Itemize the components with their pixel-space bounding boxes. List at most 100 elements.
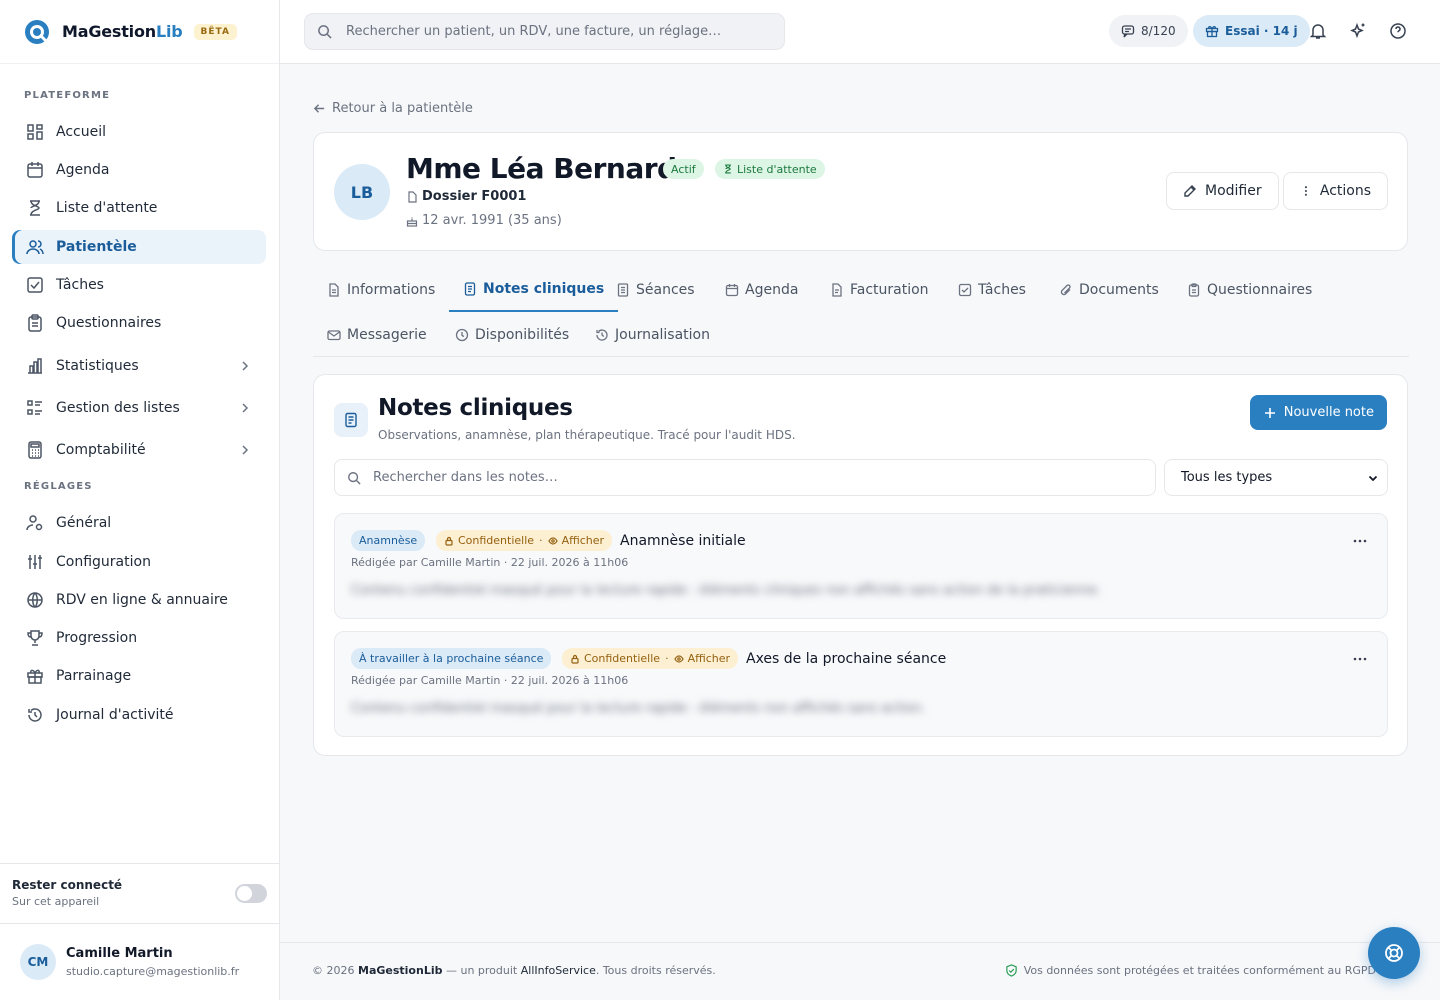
section-title-settings: RÉGLAGES [24,481,93,492]
note-item[interactable]: Anamnèse Confidentielle · Afficher Anamnè… [334,513,1388,619]
sms-credit-pill[interactable]: 8/120 [1109,15,1188,47]
lock-icon [445,536,453,546]
global-search-input[interactable] [346,24,766,39]
global-search[interactable] [304,13,785,50]
actions-button[interactable]: Actions [1283,172,1388,210]
sidebar-item-journal[interactable]: Journal d'activité [12,698,266,732]
note-type-selected: Tous les types [1181,470,1273,485]
sidebar-item-general[interactable]: Général [12,506,266,540]
note-meta: Rédigée par Camille Martin · 22 juil. 20… [351,674,629,687]
sidebar-item-label: Questionnaires [56,315,162,331]
help-icon[interactable] [1389,22,1407,40]
stay-connected-subtitle: Sur cet appareil [12,895,100,908]
bell-icon[interactable] [1309,22,1327,40]
sidebar-item-questionnaires[interactable]: Questionnaires [12,306,266,340]
tab-facturation[interactable]: Facturation [816,268,943,312]
stay-connected-toggle[interactable] [235,884,267,903]
trial-label: Essai · 14 j [1225,24,1298,38]
tab-taches[interactable]: Tâches [944,268,1040,312]
sidebar-item-comptabilite[interactable]: Comptabilité [12,433,266,467]
sidebar-item-agenda[interactable]: Agenda [12,153,266,187]
back-label: Retour à la patientèle [332,101,473,116]
tab-seances[interactable]: Séances [602,268,709,312]
message-icon [1121,25,1135,38]
notes-search-input[interactable] [373,470,1133,485]
user-email: studio.capture@magestionlib.fr [66,965,240,978]
trophy-icon [27,630,43,646]
cake-icon [406,216,418,227]
clinical-notes-card: Notes cliniques Observations, anamnèse, … [313,374,1408,756]
sidebar-item-label: Gestion des listes [56,400,180,416]
sidebar-item-configuration[interactable]: Configuration [12,545,266,579]
support-button[interactable] [1368,927,1420,979]
sidebar-item-progression[interactable]: Progression [12,621,266,655]
sidebar-item-label: Journal d'activité [56,707,174,723]
footer: © 2026 MaGestionLib — un produit AllInfo… [280,942,1440,1000]
note-item[interactable]: À travailler à la prochaine séance Confi… [334,631,1388,737]
calendar-icon [725,284,739,297]
shield-check-icon [1005,964,1017,977]
user-gear-icon [26,515,43,531]
waitlist-badge: Liste d'attente [715,159,825,179]
sidebar-item-gestion-listes[interactable]: Gestion des listes [12,391,266,425]
tab-agenda[interactable]: Agenda [711,268,812,312]
back-to-patients-link[interactable]: Retour à la patientèle [313,101,473,116]
edit-patient-button[interactable]: Modifier [1166,172,1279,210]
sidebar-item-label: Parrainage [56,668,132,684]
sidebar-item-rdv-en-ligne[interactable]: RDV en ligne & annuaire [12,583,266,617]
file-icon [408,190,417,203]
sms-count: 8/120 [1141,24,1176,38]
brand[interactable]: MaGestionLib BÊTA [0,0,279,64]
gift-icon [27,669,43,684]
sidebar-item-parrainage[interactable]: Parrainage [12,659,266,693]
sidebar-item-statistiques[interactable]: Statistiques [12,349,266,383]
lifebuoy-icon [1385,944,1403,962]
sidebar-item-label: RDV en ligne & annuaire [56,592,228,608]
sidebar-item-waitlist[interactable]: Liste d'attente [12,191,266,225]
file-icon [329,283,339,297]
note-type-select[interactable]: Tous les types [1164,459,1388,496]
more-horizontal-icon[interactable] [1351,532,1369,550]
more-horizontal-icon[interactable] [1351,650,1369,668]
user-profile[interactable]: CM Camille Martin studio.capture@magesti… [0,923,279,1000]
sidebar-item-accueil[interactable]: Accueil [12,115,266,149]
sidebar-item-label: Agenda [56,162,110,178]
tab-disponibilites[interactable]: Disponibilités [441,313,583,357]
note-preview: Contenu confidentiel masqué pour la lect… [351,701,926,716]
patient-header-card: LB Mme Léa Bernard Actif Liste d'attente… [313,132,1408,251]
sidebar: MaGestionLib BÊTA PLATEFORME Accueil Age… [0,0,280,1000]
list-icon [27,400,42,415]
plus-icon [1264,407,1275,418]
sidebar-item-label: Comptabilité [56,442,146,458]
tab-questionnaires[interactable]: Questionnaires [1173,268,1326,312]
sparkles-icon[interactable] [1349,22,1367,40]
file-list-icon [617,283,629,297]
tab-journalisation[interactable]: Journalisation [581,313,724,357]
hourglass-icon [725,164,731,174]
search-icon [348,471,361,485]
tab-notes-cliniques[interactable]: Notes cliniques [449,268,619,312]
history-icon [28,708,42,722]
new-note-button[interactable]: Nouvelle note [1249,395,1387,430]
patient-name: Mme Léa Bernard [406,152,677,185]
grid-icon [27,124,43,140]
sidebar-item-taches[interactable]: Tâches [12,268,266,302]
sidebar-item-label: Configuration [56,554,151,570]
calendar-icon [27,162,43,178]
patient-dossier: Dossier F0001 [406,189,526,204]
edit-icon [1184,185,1196,197]
patient-tabs: Informations Notes cliniques Séances Age… [313,268,1409,357]
note-type-badge: À travailler à la prochaine séance [351,648,552,669]
tab-documents[interactable]: Documents [1045,268,1173,312]
section-title-platform: PLATEFORME [24,90,111,101]
confidential-badge[interactable]: Confidentielle · Afficher [436,530,613,551]
hourglass-icon [30,200,40,216]
sidebar-item-label: Accueil [56,124,106,140]
tab-messagerie[interactable]: Messagerie [313,313,441,357]
notes-search[interactable] [334,459,1156,496]
sidebar-item-patientele[interactable]: Patientèle [12,230,266,264]
chevron-down-icon [1368,475,1378,482]
trial-pill[interactable]: Essai · 14 j [1193,15,1310,47]
tab-informations[interactable]: Informations [313,268,449,312]
confidential-badge[interactable]: Confidentielle · Afficher [562,648,739,669]
